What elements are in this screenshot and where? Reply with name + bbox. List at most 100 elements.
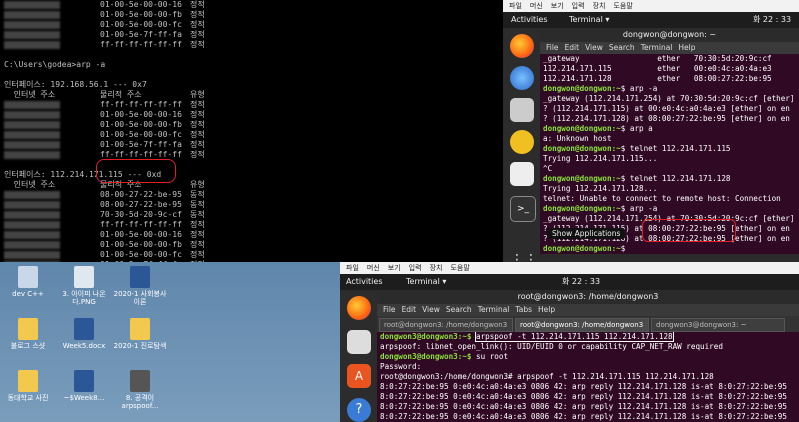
terminal-text: _gateway ether 70:30:5d:20:9c:cf xyxy=(543,54,772,63)
terminal-line: _gateway ether 70:30:5d:20:9c:cf xyxy=(543,54,799,64)
software-center-icon[interactable]: A xyxy=(347,364,371,388)
cmd-col-mac: 01-00-5e-00-00-fb xyxy=(100,10,182,19)
host-menu-item[interactable]: 머신 xyxy=(367,264,380,272)
terminal-menu-item[interactable]: Edit xyxy=(402,305,417,314)
cmd-col-mac: 01-00-5e-00-00-fc xyxy=(100,20,182,29)
cmd-line xyxy=(0,70,503,80)
firefox-icon[interactable] xyxy=(347,296,371,320)
host-menu-item[interactable]: 입력 xyxy=(572,2,585,10)
desktop-icon[interactable]: dev C++ xyxy=(0,266,56,298)
help-icon[interactable]: ? xyxy=(347,398,371,422)
terminal-text: $ xyxy=(620,244,630,253)
terminal-line: 8:0:27:22:be:95 0:e0:4c:a0:4a:e3 0806 42… xyxy=(380,382,799,392)
terminal-menu-item[interactable]: Terminal xyxy=(641,43,673,52)
terminal-app-menu[interactable]: Terminal ▾ xyxy=(406,274,446,290)
terminal-text: 8:0:27:22:be:95 0:e0:4c:a0:4a:e3 0806 42… xyxy=(380,412,787,421)
host-menu-item[interactable]: 머신 xyxy=(530,2,543,10)
terminal-tab[interactable]: root@dongwon3: /home/dongwon3 xyxy=(515,318,649,332)
terminal-menu-item[interactable]: Edit xyxy=(565,43,580,52)
cmd-col-mac: 01-00-5e-7f-ff-fa xyxy=(100,140,182,149)
cmd-line: 인터넷 주소 물리적 주소 유형 xyxy=(0,180,503,190)
redacted-ip xyxy=(4,101,60,109)
cmd-line: 01-00-5e-00-00-16 정적 xyxy=(0,0,503,10)
libreoffice-icon[interactable] xyxy=(510,162,534,186)
terminal-text: ^C xyxy=(543,164,553,173)
terminal-titlebar[interactable]: dongwon@dongwon: ~ xyxy=(540,28,799,42)
activities-button[interactable]: Activities xyxy=(511,12,548,28)
host-menu-item[interactable]: 도움말 xyxy=(450,264,469,272)
show-applications-icon[interactable]: ⋮⋮ xyxy=(510,248,538,262)
desktop-icon[interactable]: 동대학교 사진 xyxy=(0,370,56,402)
thunderbird-icon[interactable] xyxy=(510,66,534,90)
files-icon[interactable] xyxy=(347,330,371,354)
terminal-menu-item[interactable]: Tabs xyxy=(515,305,532,314)
terminal-text: $ arp -a xyxy=(620,204,658,213)
file-icon xyxy=(18,266,38,288)
host-menu-item[interactable]: 파일 xyxy=(346,264,359,272)
cmd-col-type: 정적 xyxy=(190,150,205,159)
redacted-ip xyxy=(4,231,60,239)
host-menu-item[interactable]: 보기 xyxy=(551,2,564,10)
terminal-titlebar-2[interactable]: root@dongwon3: /home/dongwon3 xyxy=(377,290,799,304)
terminal-line: 112.214.171.128 ether 08:00:27:22:be:95 xyxy=(543,74,799,84)
terminal-menu-item[interactable]: Search xyxy=(609,43,635,52)
terminal-tab[interactable]: dongwon3@dongwon3: ~ xyxy=(651,318,785,332)
rhythmbox-icon[interactable] xyxy=(510,130,534,154)
host-menu-item[interactable]: 파일 xyxy=(509,2,522,10)
firefox-icon[interactable] xyxy=(510,34,534,58)
redacted-ip xyxy=(4,21,60,29)
desktop-icon[interactable]: 8. 공격이 arpspoof... xyxy=(112,370,168,410)
desktop-icon[interactable]: ~$Week8... xyxy=(56,370,112,402)
terminal-text: $ telnet 112.214.171.115 xyxy=(620,144,731,153)
highlight-circle-vm1 xyxy=(642,219,736,242)
terminal-menu-item[interactable]: Search xyxy=(446,305,472,314)
host-menu-item[interactable]: 입력 xyxy=(409,264,422,272)
terminal-menu-item[interactable]: File xyxy=(546,43,559,52)
terminal-menu-item[interactable]: Help xyxy=(678,43,695,52)
terminal-menu-item[interactable]: Terminal xyxy=(478,305,510,314)
terminal-menu-item[interactable]: File xyxy=(383,305,396,314)
cmd-col-mac: ff-ff-ff-ff-ff-ff xyxy=(100,100,182,109)
desktop-icon[interactable]: 2020-1 사회봉사이론 xyxy=(112,266,168,306)
file-icon xyxy=(130,266,150,288)
cmd-line: ff-ff-ff-ff-ff-ff 정적 xyxy=(0,100,503,110)
terminal-menu-item[interactable]: View xyxy=(585,43,603,52)
terminal-menu-item[interactable]: View xyxy=(422,305,440,314)
files-icon[interactable] xyxy=(510,98,534,122)
redacted-ip xyxy=(4,141,60,149)
clock[interactable]: 화 22 : 33 xyxy=(753,12,791,28)
cmd-line: 08-00-27-22-be-95 동적 xyxy=(0,200,503,210)
terminal-line: 8:0:27:22:be:95 0:e0:4c:a0:4a:e3 0806 42… xyxy=(380,412,799,422)
desktop-icon-label: Week5.docx xyxy=(62,342,106,350)
terminal-tab[interactable]: root@dongwon3: /home/dongwon3 xyxy=(379,318,513,332)
host-menu-item[interactable]: 장치 xyxy=(430,264,443,272)
terminal-menu-item[interactable]: Help xyxy=(538,305,555,314)
cmd-col-type: 동적 xyxy=(190,210,205,219)
terminal-text: su root xyxy=(476,352,509,361)
activities-button[interactable]: Activities xyxy=(346,274,383,290)
terminal-line: dongwon@dongwon:~$ arp -a xyxy=(543,204,799,214)
host-menu-item[interactable]: 장치 xyxy=(593,2,606,10)
desktop-icon-label: 2020-1 사회봉사이론 xyxy=(113,290,167,306)
redacted-ip xyxy=(4,131,60,139)
desktop-icon-label: 8. 공격이 arpspoof... xyxy=(121,394,159,410)
cmd-line xyxy=(0,50,503,60)
clock[interactable]: 화 22 : 33 xyxy=(562,274,600,290)
redacted-ip xyxy=(4,241,60,249)
terminal-text: ? (112.214.171.115) at 00:e0:4c:a0:4a:e3… xyxy=(543,104,790,113)
cmd-col-type: 정적 xyxy=(190,40,205,49)
desktop-icon[interactable]: 3. 아이피 나온다.PNG xyxy=(56,266,112,306)
terminal-icon[interactable]: >_ xyxy=(510,196,536,222)
gnome-top-bar: Activities Terminal ▾ 화 22 : 33 xyxy=(503,12,799,28)
cmd-col-ip: 인터페이스: 192.168.56.1 --- 0x7 xyxy=(4,80,147,89)
desktop-icon[interactable]: 불로그 스샷 xyxy=(0,318,56,350)
desktop-icon[interactable]: Week5.docx xyxy=(56,318,112,350)
terminal-content-2[interactable]: dongwon3@dongwon3:~$ arpspoof -t 112.214… xyxy=(377,332,799,422)
windows-cmd-window[interactable]: 01-00-5e-00-00-16 정적 01-00-5e-00-00-fb 정적 01… xyxy=(0,0,503,262)
desktop-icon[interactable]: 2020-1 진로탐색 xyxy=(112,318,168,350)
terminal-app-menu[interactable]: Terminal ▾ xyxy=(569,12,609,28)
terminal-line: _gateway (112.214.171.254) at 70:30:5d:2… xyxy=(543,94,799,104)
host-menu-item[interactable]: 보기 xyxy=(388,264,401,272)
host-menu-item[interactable]: 도움말 xyxy=(613,2,632,10)
cmd-col-type: 정적 xyxy=(190,240,205,249)
